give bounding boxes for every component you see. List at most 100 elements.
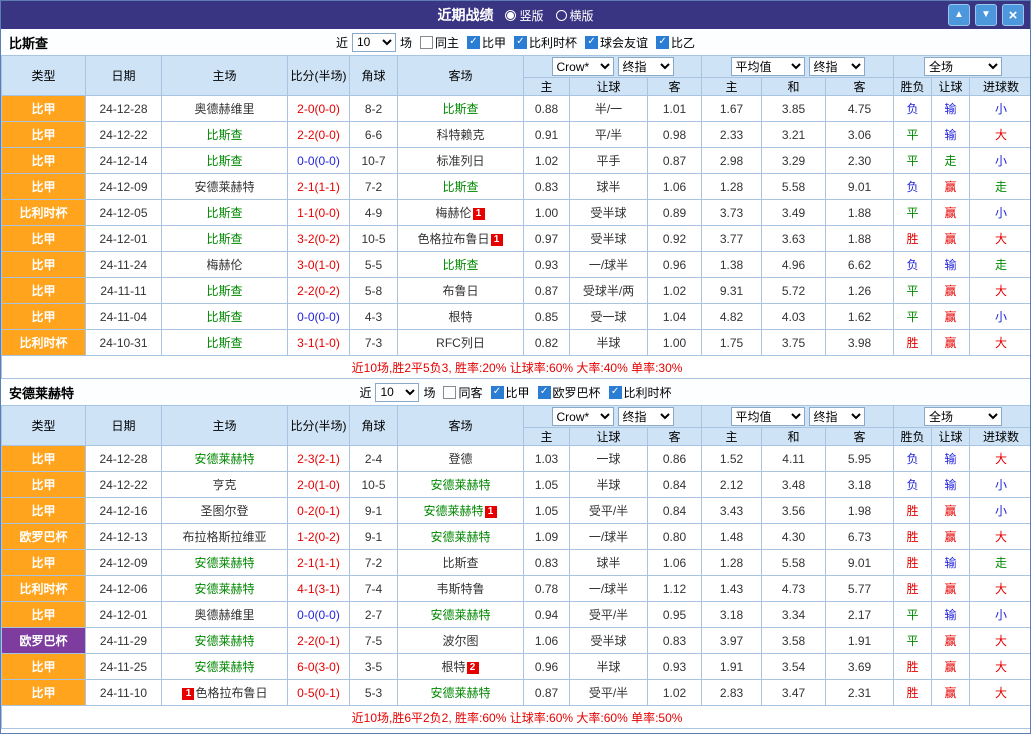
europe-odds-cell: 3.63 [762,226,826,252]
team-name: 亨克 [212,478,236,492]
match-row: 比甲24-11-24梅赫伦3-0(1-0)5-5比斯查0.93一/球半0.961… [2,252,1031,278]
odds-source-select[interactable]: Crow* [552,407,614,426]
team-name: 安德莱赫特 [194,634,254,648]
average-odds-select[interactable]: 平均值 [731,57,805,76]
match-row: 比甲24-12-22亨克2-0(1-0)10-5安德莱赫特1.05半球0.842… [2,472,1031,498]
score-cell: 1-2(0-2) [288,524,350,550]
competition-cell: 比利时杯 [2,330,86,356]
team-name: 布拉格斯拉维亚 [182,530,266,544]
full-match-select[interactable]: 全场 [924,57,1002,76]
final-odds-select[interactable]: 终指 [618,57,674,76]
subcol-result-2: 进球数 [970,428,1031,446]
match-row: 比甲24-11-101色格拉布鲁日0-5(0-1)5-3安德莱赫特0.87受平/… [2,680,1031,706]
home-team-cell: 比斯查 [162,148,288,174]
games-count-select[interactable]: 10 [375,383,419,402]
section-team-name: 比斯查 [9,33,48,52]
europe-odds-group-header: 平均值终指 [702,406,894,428]
score-cell: 0-2(0-1) [288,498,350,524]
result-cell: 赢 [932,680,970,706]
league-checkbox-0[interactable]: ✓ [491,386,504,399]
date-cell: 24-12-22 [86,122,162,148]
league-checkbox-2[interactable]: ✓ [609,386,622,399]
europe-odds-cell: 3.06 [826,122,894,148]
away-team-cell: 根特 [398,304,524,330]
away-team-cell: 韦斯特鲁 [398,576,524,602]
games-count-select[interactable]: 10 [352,33,396,52]
result-cell: 小 [970,200,1031,226]
sections-container: 比斯查近10场同主✓比甲✓比利时杯✓球会友谊✓比乙类型日期主场比分(半场)角球客… [1,29,1030,729]
col-header-score: 比分(半场) [288,406,350,446]
team-name: 比斯查 [442,180,478,194]
odds-source-select[interactable]: Crow* [552,57,614,76]
asia-odds-cell: 1.02 [648,278,702,304]
corner-cell: 7-3 [350,330,398,356]
team-name: 科特赖克 [436,128,484,142]
scroll-down-button[interactable]: ▼ [975,4,997,26]
asia-odds-cell: 球半 [570,174,648,200]
team-name: 根特 [448,310,472,324]
away-team-cell: 登德 [398,446,524,472]
result-cell: 小 [970,304,1031,330]
asia-odds-cell: 受平/半 [570,680,648,706]
league-checkbox-3[interactable]: ✓ [656,36,669,49]
result-cell: 大 [970,680,1031,706]
col-header-home: 主场 [162,56,288,96]
corner-cell: 3-5 [350,654,398,680]
away-team-cell: 波尔图 [398,628,524,654]
result-cell: 输 [932,602,970,628]
result-cell: 胜 [894,550,932,576]
team-name: 登德 [448,452,472,466]
europe-odds-cell: 2.12 [702,472,762,498]
competition-cell: 比甲 [2,472,86,498]
full-match-select[interactable]: 全场 [924,407,1002,426]
league-checkbox-1[interactable]: ✓ [538,386,551,399]
score-cell: 0-5(0-1) [288,680,350,706]
result-cell: 赢 [932,174,970,200]
scroll-up-button[interactable]: ▲ [948,4,970,26]
result-cell: 大 [970,122,1031,148]
competition-cell: 比甲 [2,602,86,628]
titlebar-center: 近期战绩 竖版 横版 [1,5,1030,25]
red-card-badge: 1 [182,688,194,700]
asia-odds-cell: 1.06 [648,174,702,200]
radio-selected-icon [505,10,516,21]
match-row: 比甲24-11-11比斯查2-2(0-2)5-8布鲁日0.87受球半/两1.02… [2,278,1031,304]
corner-cell: 9-1 [350,498,398,524]
result-cell: 平 [894,200,932,226]
corner-cell: 7-2 [350,550,398,576]
europe-odds-cell: 2.17 [826,602,894,628]
final-odds-select-2[interactable]: 终指 [809,407,865,426]
final-odds-select-2[interactable]: 终指 [809,57,865,76]
asia-odds-cell: 1.04 [648,304,702,330]
result-cell: 赢 [932,330,970,356]
same-venue-checkbox[interactable] [420,36,433,49]
near-label: 近 [336,34,348,51]
corner-cell: 7-4 [350,576,398,602]
team-name: 安德莱赫特 [423,504,483,518]
recent-results-window: 近期战绩 竖版 横版 ▲ ▼ × 比斯查近10场同主✓比甲✓比利时杯✓球会友谊✓… [0,0,1031,734]
europe-odds-cell: 4.82 [702,304,762,330]
result-cell: 胜 [894,226,932,252]
league-checkbox-1[interactable]: ✓ [514,36,527,49]
same-venue-checkbox[interactable] [443,386,456,399]
home-team-cell: 安德莱赫特 [162,550,288,576]
corner-cell: 9-1 [350,524,398,550]
league-checkbox-0[interactable]: ✓ [467,36,480,49]
result-cell: 输 [932,550,970,576]
match-row: 比甲24-12-28安德莱赫特2-3(2-1)2-4登德1.03一球0.861.… [2,446,1031,472]
league-checkbox-2[interactable]: ✓ [585,36,598,49]
match-row: 欧罗巴杯24-11-29安德莱赫特2-2(0-1)7-5波尔图1.06受半球0.… [2,628,1031,654]
close-button[interactable]: × [1002,4,1024,26]
result-cell: 走 [970,252,1031,278]
average-odds-select[interactable]: 平均值 [731,407,805,426]
asia-odds-group-header: Crow*终指 [524,56,702,78]
final-odds-select[interactable]: 终指 [618,407,674,426]
layout-radio-vertical[interactable]: 竖版 [505,7,543,24]
match-row: 比甲24-12-14比斯查0-0(0-0)10-7标准列日1.02平手0.872… [2,148,1031,174]
result-cell: 赢 [932,654,970,680]
layout-radio-horizontal[interactable]: 横版 [556,7,594,24]
europe-odds-cell: 6.73 [826,524,894,550]
team-name: 圣图尔登 [200,504,248,518]
asia-odds-cell: 0.85 [524,304,570,330]
result-cell: 大 [970,576,1031,602]
